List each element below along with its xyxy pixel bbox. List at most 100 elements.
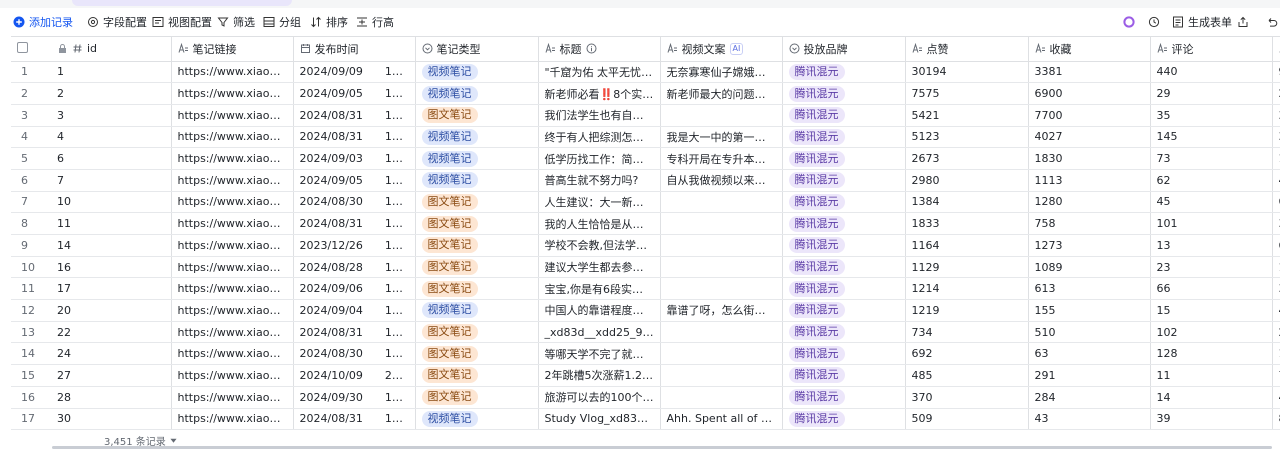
cell-type[interactable]: 视频笔记 bbox=[415, 61, 539, 84]
cell-title[interactable]: 新老师必看‼️8个实用... bbox=[538, 82, 661, 105]
cell-comments[interactable]: 11 bbox=[1150, 364, 1273, 387]
cell-title[interactable]: 学校不会教,但法学生一... bbox=[538, 234, 661, 257]
undo-button[interactable] bbox=[1266, 10, 1278, 34]
cell-extra[interactable]: 2 bbox=[1272, 82, 1280, 105]
cell-comments[interactable]: 66 bbox=[1150, 277, 1273, 301]
cell-type[interactable]: 图文笔记 bbox=[415, 212, 539, 235]
cell-link[interactable]: https://www.xiaohongs... bbox=[171, 212, 294, 235]
cell-id[interactable]: 28 bbox=[51, 386, 172, 409]
ai-assistant-button[interactable] bbox=[1123, 10, 1135, 34]
history-button[interactable] bbox=[1148, 10, 1160, 34]
cell-extra[interactable]: 2 bbox=[1272, 321, 1280, 344]
table-row[interactable]: 33https://www.xiaohongs...2024/08/3117:3… bbox=[11, 104, 1280, 127]
cell-id[interactable]: 27 bbox=[51, 364, 172, 387]
cell-collect[interactable]: 1113 bbox=[1028, 169, 1151, 192]
cell-title[interactable]: Study Vlog_xd83d__xdc... bbox=[538, 408, 661, 430]
share-button[interactable] bbox=[1237, 10, 1249, 34]
cell-likes[interactable]: 1384 bbox=[905, 191, 1029, 214]
cell-copy[interactable] bbox=[660, 212, 783, 235]
cell-brand[interactable]: 腾讯混元 bbox=[782, 147, 906, 170]
cell-likes[interactable]: 509 bbox=[905, 408, 1029, 430]
cell-brand[interactable]: 腾讯混元 bbox=[782, 342, 906, 366]
cell-extra[interactable]: 1 bbox=[1272, 147, 1280, 170]
cell-id[interactable]: 4 bbox=[51, 126, 172, 149]
column-header-extra[interactable] bbox=[1272, 37, 1280, 62]
column-header-brand[interactable]: 投放品牌 bbox=[782, 37, 906, 62]
cell-time[interactable]: 2024/08/30 15:39 bbox=[293, 342, 416, 366]
cell-copy[interactable]: 自从我做视频以来，一... bbox=[660, 169, 783, 192]
cell-time[interactable]: 2024/09/05 16:34 bbox=[293, 82, 416, 105]
cell-time[interactable]: 2024/09/09 19:26 bbox=[293, 61, 416, 84]
cell-type[interactable]: 图文笔记 bbox=[415, 342, 539, 366]
cell-link[interactable]: https://www.xiaohongs... bbox=[171, 256, 294, 279]
cell-copy[interactable]: Ahh. Spent all of our ti... bbox=[660, 408, 783, 430]
cell-copy[interactable] bbox=[660, 342, 783, 366]
cell-id[interactable]: 1 bbox=[51, 61, 172, 84]
table-row[interactable]: 1117https://www.xiaohongs... 2024/09/06 19… bbox=[11, 277, 1280, 301]
cell-copy[interactable] bbox=[660, 321, 783, 344]
cell-brand[interactable]: 腾讯混元 bbox=[782, 104, 906, 127]
table-row[interactable]: 1424https://www.xiaohongs... 2024/08/30 15… bbox=[11, 342, 1280, 366]
row-number[interactable]: 13 bbox=[11, 321, 51, 344]
cell-title[interactable]: 我的人生恰恰是从读民... bbox=[538, 212, 661, 235]
table-row[interactable]: 914https://www.xiaohongs... 2023/12/26 16:… bbox=[11, 234, 1280, 257]
cell-time[interactable]: 2024/08/31 17:41 bbox=[293, 408, 416, 430]
cell-extra[interactable]: 3 bbox=[1272, 126, 1280, 149]
row-number[interactable]: 14 bbox=[11, 342, 51, 366]
cell-extra[interactable]: 3 bbox=[1272, 277, 1280, 301]
cell-collect[interactable]: 613 bbox=[1028, 277, 1151, 301]
cell-extra[interactable]: 9 bbox=[1272, 61, 1280, 84]
cell-id[interactable]: 6 bbox=[51, 147, 172, 170]
cell-comments[interactable]: 101 bbox=[1150, 212, 1273, 235]
cell-id[interactable]: 20 bbox=[51, 299, 172, 322]
cell-collect[interactable]: 155 bbox=[1028, 299, 1151, 322]
cell-type[interactable]: 视频笔记 bbox=[415, 147, 539, 170]
cell-extra[interactable]: 4 bbox=[1272, 386, 1280, 409]
cell-copy[interactable] bbox=[660, 191, 783, 214]
cell-id[interactable]: 7 bbox=[51, 169, 172, 192]
cell-collect[interactable]: 63 bbox=[1028, 342, 1151, 366]
cell-extra[interactable]: 6 bbox=[1272, 191, 1280, 214]
column-header-type[interactable]: 笔记类型 bbox=[415, 37, 539, 62]
cell-type[interactable]: 图文笔记 bbox=[415, 386, 539, 409]
row-number[interactable]: 4 bbox=[11, 126, 51, 149]
cell-collect[interactable]: 510 bbox=[1028, 321, 1151, 344]
cell-link[interactable]: https://www.xiaohongs... bbox=[171, 321, 294, 344]
field-config-button[interactable]: 字段配置 bbox=[87, 10, 147, 34]
select-all-checkbox[interactable] bbox=[17, 41, 28, 53]
cell-title[interactable]: 建议大学生都去参加综... bbox=[538, 256, 661, 279]
cell-id[interactable]: 2 bbox=[51, 82, 172, 105]
cell-brand[interactable]: 腾讯混元 bbox=[782, 191, 906, 214]
cell-title[interactable]: 人生建议：大一新生要... bbox=[538, 191, 661, 214]
cell-brand[interactable]: 腾讯混元 bbox=[782, 82, 906, 105]
column-header-copy[interactable]: 视频文案 AI bbox=[660, 37, 783, 62]
row-number[interactable]: 16 bbox=[11, 386, 51, 409]
cell-link[interactable]: https://www.xiaohongs... bbox=[171, 82, 294, 105]
row-number[interactable]: 5 bbox=[11, 147, 51, 170]
cell-id[interactable]: 11 bbox=[51, 212, 172, 235]
cell-time[interactable]: 2024/09/03 13:40 bbox=[293, 147, 416, 170]
cell-brand[interactable]: 腾讯混元 bbox=[782, 299, 906, 322]
filter-button[interactable]: 筛选 bbox=[217, 10, 255, 34]
table-row[interactable]: 1730https://www.xiaohongs... 2024/08/31 17… bbox=[11, 408, 1280, 430]
cell-brand[interactable]: 腾讯混元 bbox=[782, 408, 906, 430]
cell-time[interactable]: 2024/08/31 19:55 bbox=[293, 321, 416, 344]
cell-extra[interactable]: 3 bbox=[1272, 212, 1280, 235]
table-row[interactable]: 44https://www.xiaohongs...2024/08/3115:2… bbox=[11, 126, 1280, 149]
cell-collect[interactable]: 7700 bbox=[1028, 104, 1151, 127]
cell-link[interactable]: https://www.xiaohongs... bbox=[171, 61, 294, 84]
column-header-collect[interactable]: 收藏 bbox=[1028, 37, 1151, 62]
cell-type[interactable]: 图文笔记 bbox=[415, 277, 539, 301]
cell-type[interactable]: 视频笔记 bbox=[415, 82, 539, 105]
table-row[interactable]: 56https://www.xiaohongs... 2024/09/03 13:4… bbox=[11, 147, 1280, 170]
generate-form-button[interactable]: 生成表单 bbox=[1172, 10, 1232, 34]
cell-type[interactable]: 图文笔记 bbox=[415, 234, 539, 257]
cell-time[interactable]: 2024/09/30 17:18 bbox=[293, 386, 416, 409]
cell-time[interactable]: 2024/09/04 17:13 bbox=[293, 299, 416, 322]
cell-collect[interactable]: 1273 bbox=[1028, 234, 1151, 257]
cell-type[interactable]: 视频笔记 bbox=[415, 408, 539, 430]
cell-comments[interactable]: 23 bbox=[1150, 256, 1273, 279]
add-record-button[interactable]: 添加记录 bbox=[13, 10, 73, 34]
table-row[interactable]: 1220https://www.xiaohongs... 2024/09/04 17… bbox=[11, 299, 1280, 322]
cell-title[interactable]: _xd83d__xdd25_9月开... bbox=[538, 321, 661, 344]
